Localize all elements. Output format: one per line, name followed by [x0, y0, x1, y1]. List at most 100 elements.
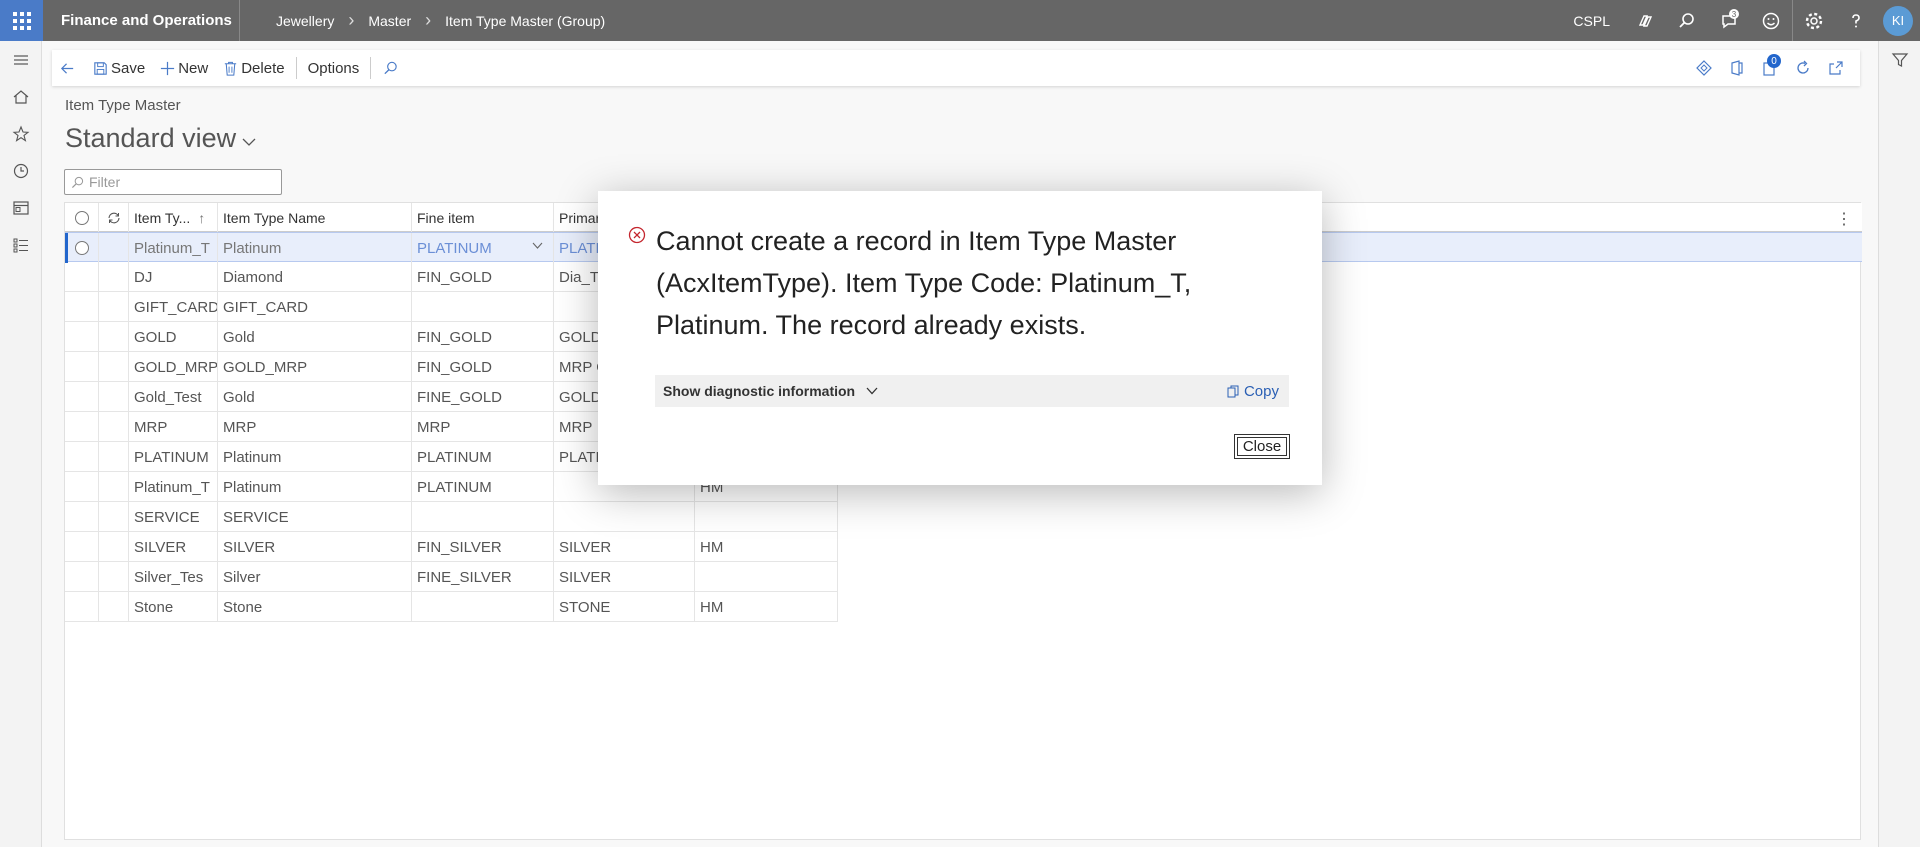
nav-home[interactable]	[0, 78, 42, 115]
table-row[interactable]: SILVER SILVER FIN_SILVER SILVER HM	[65, 532, 838, 562]
menu-toggle-button[interactable]	[0, 41, 42, 78]
cell-fine[interactable]	[412, 592, 554, 622]
cell-code[interactable]: Platinum_T	[129, 472, 218, 502]
cell-code[interactable]: Stone	[129, 592, 218, 622]
row-select-cell[interactable]	[65, 412, 99, 442]
column-header-fine-item[interactable]: Fine item	[412, 203, 554, 232]
cell-extra[interactable]: HM	[695, 532, 838, 562]
cell-name[interactable]: Diamond	[218, 262, 412, 292]
avatar[interactable]: KI	[1883, 5, 1913, 36]
table-row[interactable]: Stone Stone STONE HM	[65, 592, 838, 622]
cell-fine[interactable]: MRP	[412, 412, 554, 442]
grid-refresh-button[interactable]	[99, 203, 129, 232]
company-picker[interactable]: CSPL	[1573, 13, 1610, 29]
row-select-cell[interactable]	[65, 472, 99, 502]
cell-name[interactable]: Platinum	[218, 442, 412, 472]
cell-code[interactable]: GOLD	[129, 322, 218, 352]
cell-fine[interactable]: FINE_GOLD	[412, 382, 554, 412]
delete-button[interactable]: Delete	[215, 50, 291, 86]
cell-code[interactable]: PLATINUM	[129, 442, 218, 472]
cell-fine[interactable]: PLATINUM	[412, 233, 554, 263]
show-diagnostic-toggle[interactable]: Show diagnostic information Copy	[655, 375, 1289, 407]
cell-primary[interactable]	[554, 502, 695, 532]
settings-button[interactable]	[1793, 0, 1835, 41]
row-select-cell[interactable]	[65, 502, 99, 532]
search-button[interactable]	[1666, 0, 1708, 41]
cell-name[interactable]: Platinum	[218, 472, 412, 502]
cell-fine[interactable]: PLATINUM	[412, 472, 554, 502]
close-button[interactable]: Close	[1234, 434, 1290, 459]
cell-code[interactable]: SILVER	[129, 532, 218, 562]
help-button[interactable]	[1835, 0, 1877, 41]
cell-fine[interactable]	[412, 292, 554, 322]
filter-pane-button[interactable]	[1879, 41, 1920, 78]
app-title[interactable]: Finance and Operations	[61, 12, 239, 29]
dropdown-chevron-icon[interactable]	[532, 238, 543, 255]
cell-code[interactable]: Platinum_T	[129, 233, 218, 263]
row-select-cell[interactable]	[65, 562, 99, 592]
action-search-button[interactable]	[375, 50, 408, 86]
office-button[interactable]	[1720, 50, 1753, 86]
cell-fine[interactable]: FINE_SILVER	[412, 562, 554, 592]
cell-code[interactable]: GOLD_MRP	[129, 352, 218, 382]
row-select-cell[interactable]	[65, 352, 99, 382]
cell-name[interactable]: GOLD_MRP	[218, 352, 412, 382]
cell-fine[interactable]: FIN_GOLD	[412, 322, 554, 352]
new-button[interactable]: New	[152, 50, 215, 86]
back-button[interactable]	[52, 50, 85, 86]
cell-fine[interactable]: FIN_GOLD	[412, 262, 554, 292]
refresh-button[interactable]	[1786, 50, 1819, 86]
row-select-cell[interactable]	[65, 233, 99, 263]
breadcrumb-item-item-type-master[interactable]: Item Type Master (Group)	[445, 13, 605, 29]
cell-name[interactable]: Stone	[218, 592, 412, 622]
cell-primary[interactable]: SILVER	[554, 562, 695, 592]
select-all-checkbox[interactable]	[65, 203, 99, 232]
cell-primary[interactable]: STONE	[554, 592, 695, 622]
table-row[interactable]: Silver_Tes Silver FINE_SILVER SILVER	[65, 562, 838, 592]
cell-code[interactable]: Silver_Tes	[129, 562, 218, 592]
view-selector[interactable]: Standard view	[65, 123, 256, 154]
save-button[interactable]: Save	[85, 50, 152, 86]
cell-fine[interactable]: FIN_SILVER	[412, 532, 554, 562]
column-header-item-type-code[interactable]: Item Ty... ↑	[129, 203, 218, 232]
cell-name[interactable]: SILVER	[218, 532, 412, 562]
breadcrumb-item-master[interactable]: Master	[368, 13, 411, 29]
row-select-cell[interactable]	[65, 592, 99, 622]
row-select-cell[interactable]	[65, 532, 99, 562]
breadcrumb-item-jewellery[interactable]: Jewellery	[276, 13, 334, 29]
nav-workspaces[interactable]	[0, 189, 42, 226]
copy-button[interactable]: Copy	[1227, 375, 1279, 407]
options-button[interactable]: Options	[301, 50, 367, 86]
cell-fine[interactable]: PLATINUM	[412, 442, 554, 472]
copilot-button[interactable]	[1624, 0, 1666, 41]
cell-extra[interactable]	[695, 502, 838, 532]
cell-code[interactable]: SERVICE	[129, 502, 218, 532]
row-select-cell[interactable]	[65, 262, 99, 292]
cell-name[interactable]: GIFT_CARD	[218, 292, 412, 322]
cell-fine[interactable]	[412, 502, 554, 532]
cell-code[interactable]: GIFT_CARD	[129, 292, 218, 322]
row-select-cell[interactable]	[65, 442, 99, 472]
row-select-cell[interactable]	[65, 292, 99, 322]
cell-extra[interactable]	[695, 562, 838, 592]
column-options-icon[interactable]: ⋮	[1836, 209, 1852, 229]
nav-favorites[interactable]	[0, 115, 42, 152]
power-apps-button[interactable]	[1687, 50, 1720, 86]
cell-code[interactable]: DJ	[129, 262, 218, 292]
cell-name[interactable]: Gold	[218, 322, 412, 352]
row-select-cell[interactable]	[65, 322, 99, 352]
cell-name[interactable]: SERVICE	[218, 502, 412, 532]
cell-name[interactable]: Silver	[218, 562, 412, 592]
cell-primary[interactable]: SILVER	[554, 532, 695, 562]
cell-code[interactable]: Gold_Test	[129, 382, 218, 412]
notifications-button[interactable]: 3	[1708, 0, 1750, 41]
attachments-button[interactable]: 0	[1753, 50, 1786, 86]
cell-name[interactable]: MRP	[218, 412, 412, 442]
feedback-button[interactable]	[1750, 0, 1792, 41]
open-new-window-button[interactable]	[1819, 50, 1852, 86]
nav-recent[interactable]	[0, 152, 42, 189]
cell-fine[interactable]: FIN_GOLD	[412, 352, 554, 382]
column-header-item-type-name[interactable]: Item Type Name	[218, 203, 412, 232]
filter-input[interactable]: Filter	[64, 169, 282, 195]
cell-extra[interactable]: HM	[695, 592, 838, 622]
